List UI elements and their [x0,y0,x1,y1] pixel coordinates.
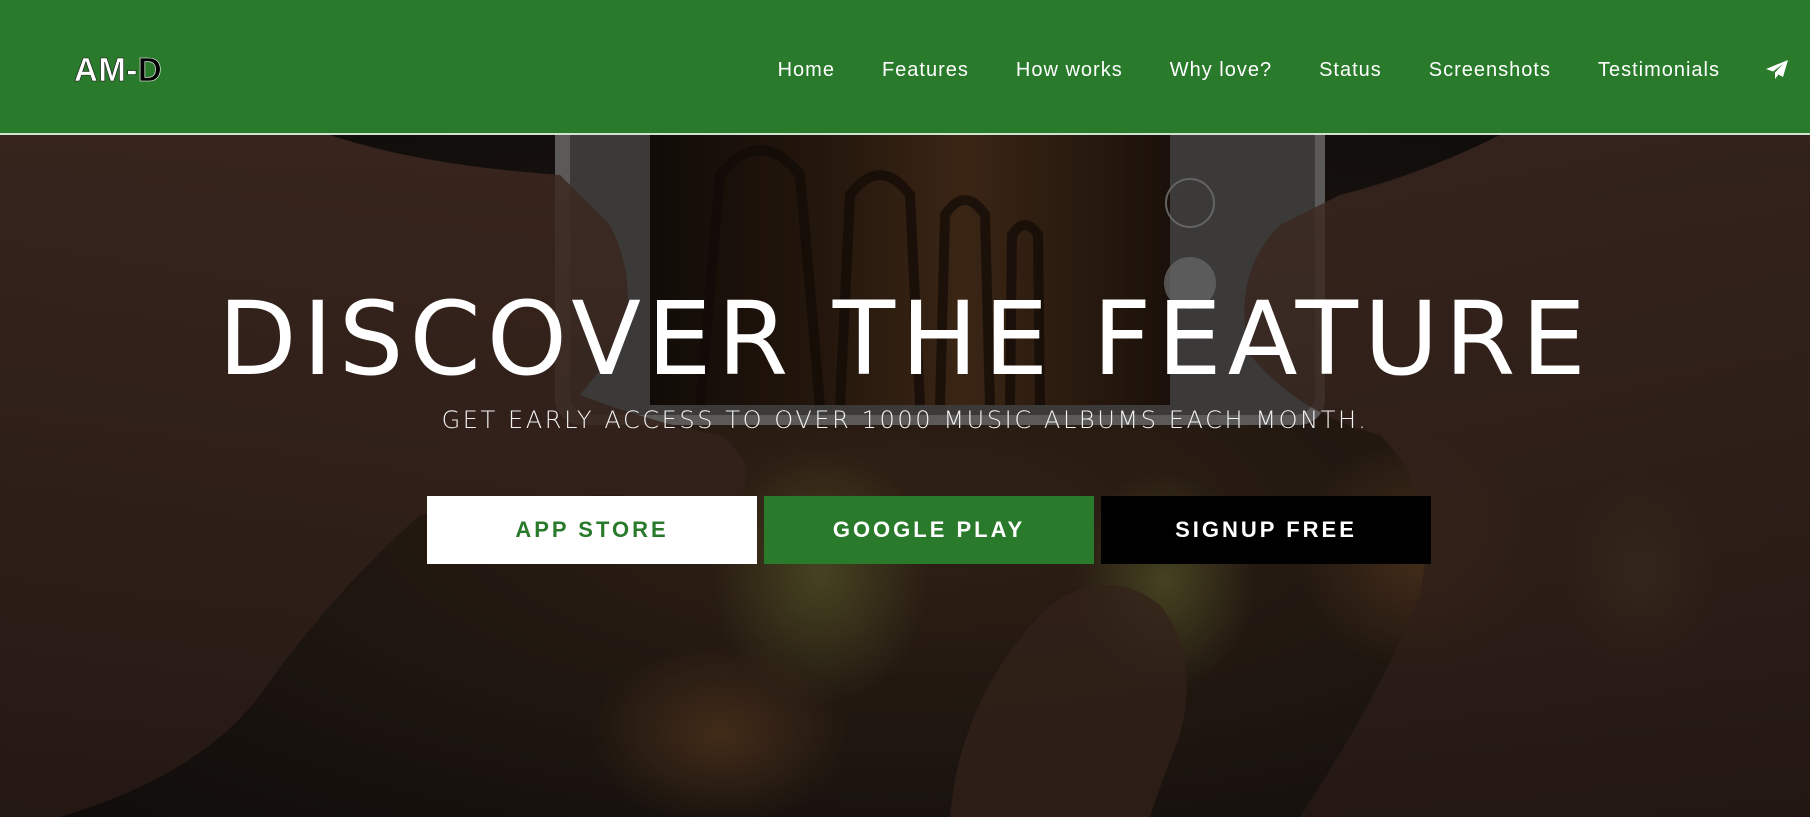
top-navbar: AM-D Home Features How works Why love? S… [0,0,1810,135]
hero-title: DISCOVER THE FEATURE [218,280,1592,399]
nav-item-screenshots[interactable]: Screenshots [1429,59,1551,82]
nav-menu: Home Features How works Why love? Status… [731,50,1790,90]
hero-section: DISCOVER THE FEATURE GET EARLY ACCESS TO… [0,135,1810,817]
hero-subtitle: GET EARLY ACCESS TO OVER 1000 MUSIC ALBU… [441,406,1369,434]
nav-item-how-works[interactable]: How works [1016,59,1123,82]
nav-item-features[interactable]: Features [882,59,969,82]
hero-cta-group: APP STORE GOOGLE PLAY SIGNUP FREE [427,496,1431,564]
nav-item-home[interactable]: Home [778,59,835,82]
nav-item-testimonials[interactable]: Testimonials [1598,59,1720,82]
logo-text-accent: D [137,51,163,89]
signup-free-button[interactable]: SIGNUP FREE [1101,496,1431,564]
brand-logo[interactable]: AM-D [74,50,162,90]
landing-page: AM-D Home Features How works Why love? S… [0,0,1810,817]
paper-plane-icon[interactable] [1764,57,1790,83]
nav-item-status[interactable]: Status [1319,59,1382,82]
hero-background-photo [0,135,1810,817]
nav-item-why-love[interactable]: Why love? [1170,59,1272,82]
logo-text-main: AM- [74,51,138,89]
app-store-button[interactable]: APP STORE [427,496,757,564]
google-play-button[interactable]: GOOGLE PLAY [764,496,1094,564]
